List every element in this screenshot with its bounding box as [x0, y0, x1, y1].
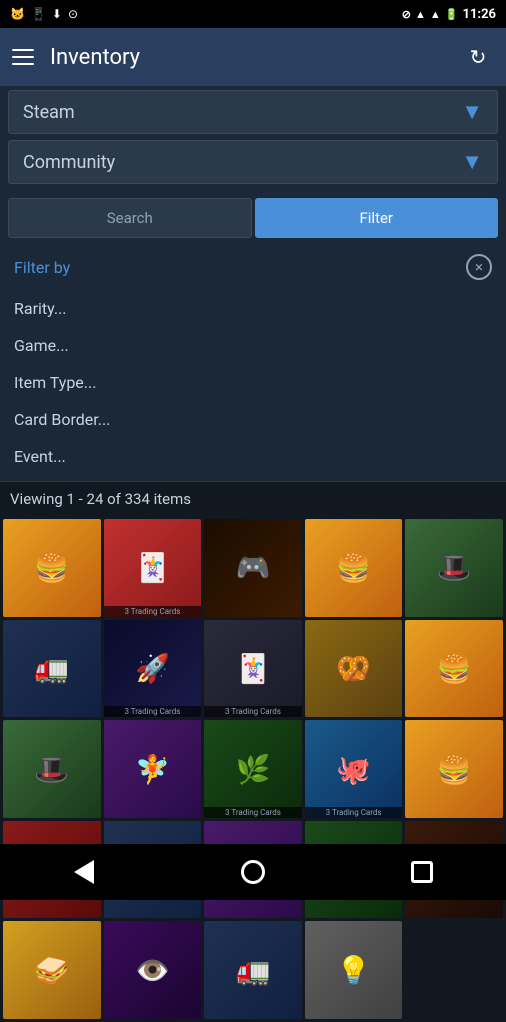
grid-item-image-24: 💡 [305, 921, 403, 1019]
search-tab-label: Search [107, 209, 153, 227]
grid-item-image-14: 🐙 [305, 720, 403, 818]
blocked-icon: ⊘ [402, 8, 411, 21]
grid-item-5[interactable]: 🎩 [405, 519, 503, 617]
bottom-nav [0, 844, 506, 900]
platform-dropdown[interactable]: Steam ▼ [8, 90, 498, 134]
time-display: 11:26 [463, 7, 497, 22]
grid-item-23[interactable]: 🚛 [204, 921, 302, 1019]
grid-item-image-10: 🍔 [405, 620, 503, 718]
back-icon [74, 860, 94, 884]
home-button[interactable] [223, 844, 283, 900]
grid-item-1[interactable]: 🍔 [3, 519, 101, 617]
menu-button[interactable] [12, 49, 34, 65]
viewing-bar: Viewing 1 - 24 of 334 items [0, 482, 506, 516]
type-dropdown-wrapper: Community ▼ [0, 138, 506, 192]
grid-item-image-2: 🃏 [104, 519, 202, 617]
menu-line-1 [12, 49, 34, 51]
refresh-button[interactable]: ↻ [462, 41, 494, 73]
home-icon [241, 860, 265, 884]
grid-item-badge-8: 3 Trading Cards [204, 706, 302, 717]
type-dropdown[interactable]: Community ▼ [8, 140, 498, 184]
grid-item-image-9: 🥨 [305, 620, 403, 718]
filter-tab[interactable]: Filter [255, 198, 499, 238]
status-bar: 🐱 📱 ⬇ ⊙ ⊘ ▲ ▲ 🔋 11:26 [0, 0, 506, 28]
grid-item-21[interactable]: 🥪 [3, 921, 101, 1019]
event-option[interactable]: Event... [14, 438, 492, 475]
grid-item-image-13: 🌿 [204, 720, 302, 818]
grid-item-10[interactable]: 🍔 [405, 620, 503, 718]
grid-item-12[interactable]: 🧚 [104, 720, 202, 818]
battery-icon: 🔋 [445, 8, 459, 21]
signal-icon: ▲ [430, 8, 441, 21]
viewing-count: Viewing 1 - 24 of 334 items [10, 490, 191, 508]
recents-icon [411, 861, 433, 883]
close-icon: × [475, 258, 483, 276]
grid-item-image-23: 🚛 [204, 921, 302, 1019]
grid-item-image-3: 🎮 [204, 519, 302, 617]
app-header: Inventory ↻ [0, 28, 506, 86]
grid-item-14[interactable]: 🐙3 Trading Cards [305, 720, 403, 818]
status-bar-left: 🐱 📱 ⬇ ⊙ [10, 7, 78, 21]
platform-dropdown-arrow: ▼ [461, 99, 483, 125]
grid-item-image-11: 🎩 [3, 720, 101, 818]
grid-item-22[interactable]: 👁️ [104, 921, 202, 1019]
grid-item-image-22: 👁️ [104, 921, 202, 1019]
filter-header: Filter by × [14, 254, 492, 280]
grid-item-13[interactable]: 🌿3 Trading Cards [204, 720, 302, 818]
grid-item-badge-13: 3 Trading Cards [204, 807, 302, 818]
status-bar-right: ⊘ ▲ ▲ 🔋 11:26 [402, 7, 496, 22]
grid-item-9[interactable]: 🥨 [305, 620, 403, 718]
grid-item-badge-7: 3 Trading Cards [104, 706, 202, 717]
back-button[interactable] [54, 844, 114, 900]
grid-item-image-21: 🥪 [3, 921, 101, 1019]
grid-item-8[interactable]: 🃏3 Trading Cards [204, 620, 302, 718]
steam-icon: ⊙ [68, 7, 78, 21]
grid-item-image-8: 🃏 [204, 620, 302, 718]
game-option[interactable]: Game... [14, 327, 492, 364]
grid-item-6[interactable]: 🚛 [3, 620, 101, 718]
download-icon: ⬇ [52, 7, 62, 21]
grid-item-image-7: 🚀 [104, 620, 202, 718]
grid-item-image-6: 🚛 [3, 620, 101, 718]
wifi-icon: ▲ [415, 8, 426, 21]
card-border-option[interactable]: Card Border... [14, 401, 492, 438]
grid-item-24[interactable]: 💡 [305, 921, 403, 1019]
grid-item-15[interactable]: 🍔 [405, 720, 503, 818]
type-dropdown-label: Community [23, 152, 115, 173]
grid-item-11[interactable]: 🎩 [3, 720, 101, 818]
grid-item-4[interactable]: 🍔 [305, 519, 403, 617]
filter-close-button[interactable]: × [466, 254, 492, 280]
platform-dropdown-wrapper: Steam ▼ [0, 86, 506, 134]
grid-item-2[interactable]: 🃏3 Trading Cards [104, 519, 202, 617]
filter-by-label: Filter by [14, 258, 70, 277]
page-title: Inventory [50, 45, 446, 70]
inventory-grid: 🍔🃏3 Trading Cards🎮🍔🎩🚛🚀3 Trading Cards🃏3 … [0, 516, 506, 1022]
search-tab[interactable]: Search [8, 198, 252, 238]
grid-item-image-12: 🧚 [104, 720, 202, 818]
grid-item-badge-14: 3 Trading Cards [305, 807, 403, 818]
tab-row: Search Filter [0, 192, 506, 244]
grid-item-image-5: 🎩 [405, 519, 503, 617]
platform-dropdown-label: Steam [23, 102, 75, 123]
grid-item-image-4: 🍔 [305, 519, 403, 617]
grid-item-3[interactable]: 🎮 [204, 519, 302, 617]
phone-icon: 📱 [31, 7, 46, 21]
type-dropdown-arrow: ▼ [461, 149, 483, 175]
grid-item-7[interactable]: 🚀3 Trading Cards [104, 620, 202, 718]
menu-line-3 [12, 63, 34, 65]
filter-tab-label: Filter [359, 209, 393, 227]
grid-item-image-15: 🍔 [405, 720, 503, 818]
grid-item-image-1: 🍔 [3, 519, 101, 617]
item-type-option[interactable]: Item Type... [14, 364, 492, 401]
filter-panel: Filter by × Rarity... Game... Item Type.… [0, 244, 506, 482]
menu-line-2 [12, 56, 34, 58]
recents-button[interactable] [392, 844, 452, 900]
grid-item-badge-2: 3 Trading Cards [104, 606, 202, 617]
cat-icon: 🐱 [10, 7, 25, 21]
rarity-option[interactable]: Rarity... [14, 290, 492, 327]
